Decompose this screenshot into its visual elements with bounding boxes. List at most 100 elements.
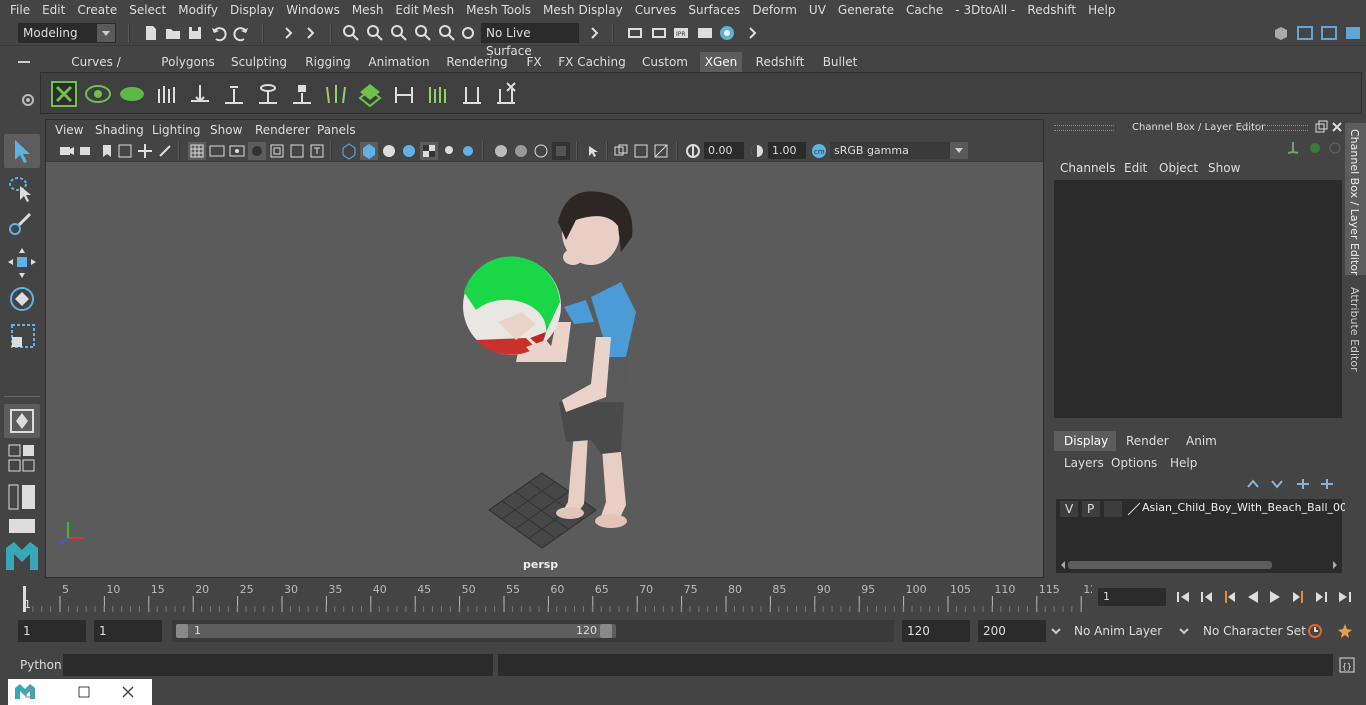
current-frame-field[interactable]: 1 [1098,588,1166,606]
layer-color-icon[interactable] [1126,501,1142,517]
anti-aliasing-icon[interactable] [532,142,550,160]
character-set-label[interactable]: No Character Set [1203,624,1306,638]
move-tool-button[interactable] [4,246,40,280]
collapse-arrow-icon[interactable] [280,24,298,42]
playback-start-field[interactable]: 1 [94,620,162,642]
render-settings-icon[interactable] [696,24,714,42]
hypershade-icon[interactable] [718,24,736,42]
circle-indicator-icon[interactable] [1306,139,1324,157]
tab-display[interactable]: Display [1054,431,1116,451]
menu-edit[interactable]: Edit [36,3,71,17]
xgen-leaf-icon[interactable] [119,81,145,107]
menu-mesh-display[interactable]: Mesh Display [537,3,629,17]
menu-mesh-tools[interactable]: Mesh Tools [460,3,537,17]
shelf-tab-bullet[interactable]: Bullet [818,52,862,72]
snap-grid-icon[interactable] [342,24,360,42]
play-forward-icon[interactable] [1266,588,1284,606]
menu-mesh[interactable]: Mesh [346,3,390,17]
redo-icon[interactable] [232,24,250,42]
scroll-right-icon[interactable] [1330,559,1340,571]
gamma-field[interactable]: 1.00 [768,142,806,159]
viewport-menu-view[interactable]: View [55,123,83,137]
xgen-add-guide-icon[interactable] [187,81,213,107]
paint-select-tool-button[interactable] [4,208,40,242]
depth-of-field-icon[interactable] [552,142,570,160]
image-plane-icon[interactable] [116,142,134,160]
time-slider[interactable]: 5 10 15 20 25 30 35 40 45 50 55 60 65 70 75 80 85 90 95 100… [0,580,1366,614]
layers-menu[interactable]: Layers [1064,456,1104,470]
grid-toggle-icon[interactable] [188,142,206,160]
drag-handle[interactable] [1238,125,1308,131]
axis-gizmo-icon[interactable] [1284,139,1302,157]
close-icon[interactable] [1330,120,1344,134]
shelf-tab-rendering[interactable]: Rendering [444,52,510,72]
menu-select[interactable]: Select [123,3,172,17]
ipr-render-icon[interactable]: IPR [672,24,690,42]
new-scene-icon[interactable] [142,24,160,42]
horizontal-scrollbar[interactable] [1068,561,1272,569]
wireframe-on-shaded-icon[interactable] [400,142,418,160]
ambient-occlusion-icon[interactable] [492,142,510,160]
animation-end-field[interactable]: 200 [978,620,1046,642]
gate-mask-icon[interactable] [248,142,266,160]
play-backward-icon[interactable] [1244,588,1262,606]
menu-generate[interactable]: Generate [832,3,900,17]
default-material-icon[interactable] [380,142,398,160]
close-icon[interactable] [120,684,136,700]
float-panel-icon[interactable] [1314,120,1328,134]
snap-live-icon[interactable] [460,24,478,42]
safe-action-icon[interactable] [288,142,306,160]
shelf-tab-redshift[interactable]: Redshift [752,52,808,72]
chevron-down-icon[interactable] [1050,622,1062,640]
exposure-field[interactable]: 0.00 [704,142,744,159]
shelf-tab-sculpting[interactable]: Sculpting [228,52,290,72]
shelf-tab-custom[interactable]: Custom [638,52,692,72]
circle-indicator-icon[interactable] [1326,139,1344,157]
layer-visibility-toggle[interactable]: V [1060,501,1078,517]
range-end-handle[interactable] [600,624,612,638]
viewport-menu-panels[interactable]: Panels [317,123,356,137]
lasso-tool-button[interactable] [4,172,40,206]
single-pane-icon[interactable] [8,518,36,534]
chevron-down-icon[interactable] [1178,622,1190,640]
object-menu[interactable]: Object [1159,161,1198,175]
last-tool-button[interactable] [4,404,40,438]
layer-name[interactable]: Asian_Child_Boy_With_Beach_Ball_00 [1142,501,1347,514]
maximize-icon[interactable] [76,684,92,700]
motion-blur-icon[interactable] [512,142,530,160]
menu-file[interactable]: File [4,3,36,17]
drag-handle[interactable] [1054,125,1114,131]
shelf-tab-polygons[interactable]: Polygons [156,52,220,72]
menu-edit-mesh[interactable]: Edit Mesh [389,3,460,17]
scroll-left-icon[interactable] [1058,559,1068,571]
menu-surfaces[interactable]: Surfaces [682,3,746,17]
go-to-end-icon[interactable] [1336,588,1354,606]
isolate-select-icon[interactable] [584,142,602,160]
shelf-tab-curves-surfaces[interactable]: Curves / Surfaces [46,52,146,89]
render-current-icon[interactable] [650,24,668,42]
snap-view-icon[interactable] [414,24,432,42]
auto-key-icon[interactable] [1306,622,1324,640]
viewport-menu-show[interactable]: Show [210,123,242,137]
toggle-panel-icon[interactable] [1344,24,1362,42]
range-start-handle[interactable] [176,624,188,638]
menu-deform[interactable]: Deform [746,3,803,17]
lights-icon[interactable] [440,142,458,160]
collapse-arrow-icon[interactable] [744,24,762,42]
undo-icon[interactable] [210,24,228,42]
layout-icon[interactable] [8,444,36,474]
xray-icon[interactable] [612,142,630,160]
move-layer-up-icon[interactable] [1244,477,1262,491]
menu-redshift[interactable]: Redshift [1021,3,1082,17]
color-management-icon[interactable]: cm [810,142,828,160]
playback-end-field[interactable]: 120 [902,620,970,642]
bookmark-icon[interactable] [98,142,116,160]
help-menu[interactable]: Help [1170,456,1197,470]
exposure-icon[interactable] [684,142,702,160]
xgen-guides-icon[interactable] [153,81,179,107]
snap-curve-icon[interactable] [366,24,384,42]
options-menu[interactable]: Options [1111,456,1157,470]
tab-render[interactable]: Render [1126,434,1169,448]
shelf-tab-fx[interactable]: FX [522,52,546,72]
xgen-interactive-groom-icon[interactable] [425,81,451,107]
